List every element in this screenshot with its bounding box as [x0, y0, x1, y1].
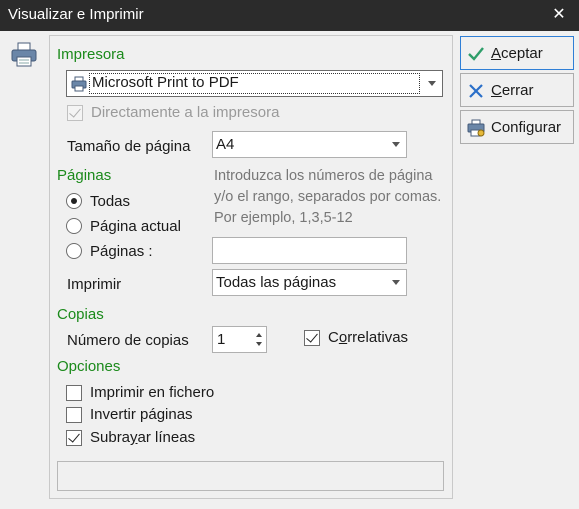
- section-copias: Copias: [57, 306, 104, 323]
- page-range-input[interactable]: [212, 237, 407, 264]
- page-size-label: Tamaño de página: [67, 138, 191, 155]
- print-options-panel: Impresora Microsoft Print to PDF Directa…: [49, 35, 453, 499]
- printer-settings-icon: [467, 119, 485, 137]
- printer-icon: [10, 42, 38, 71]
- section-opciones: Opciones: [57, 358, 121, 375]
- printer-selected: Microsoft Print to PDF: [92, 74, 239, 91]
- imprimir-label: Imprimir: [67, 276, 122, 293]
- radio-paginas-label: Páginas :: [90, 243, 153, 260]
- spin-up-icon[interactable]: [256, 333, 262, 337]
- close-icon[interactable]: ✕: [549, 5, 569, 25]
- section-impresora: Impresora: [57, 46, 125, 63]
- collate-checkbox[interactable]: [304, 330, 320, 346]
- radio-todas[interactable]: [66, 193, 82, 209]
- chevron-down-icon[interactable]: [428, 81, 436, 86]
- copies-stepper[interactable]: 1: [212, 326, 267, 353]
- underline-lines-checkbox[interactable]: [66, 430, 82, 446]
- close-button[interactable]: Cerrar: [460, 73, 574, 107]
- spin-down-icon[interactable]: [256, 342, 262, 346]
- configure-button[interactable]: Configurar: [460, 110, 574, 144]
- radio-todas-label: Todas: [90, 193, 131, 210]
- printer-select[interactable]: Microsoft Print to PDF: [66, 70, 443, 97]
- page-size-select[interactable]: A4: [212, 131, 407, 158]
- page-range-hint: Introduzca los números de página y/o el …: [214, 168, 442, 226]
- underline-lines-label: Subrayar líneas: [90, 429, 196, 446]
- checkmark-icon: [467, 45, 485, 63]
- accept-button[interactable]: Aceptar: [460, 36, 574, 70]
- chevron-down-icon[interactable]: [392, 280, 400, 285]
- print-to-file-label: Imprimir en fichero: [90, 384, 215, 401]
- reverse-pages-checkbox[interactable]: [66, 407, 82, 423]
- window-title: Visualizar e Imprimir: [8, 6, 144, 23]
- radio-pagina-actual[interactable]: [66, 218, 82, 234]
- chevron-down-icon[interactable]: [392, 142, 400, 147]
- direct-print-checkbox[interactable]: [67, 105, 83, 121]
- collate-label: Correlativas: [328, 329, 409, 346]
- radio-pagina-actual-label: Página actual: [90, 218, 181, 235]
- close-label: Cerrar: [491, 82, 534, 99]
- copies-count-label: Número de copias: [67, 332, 189, 349]
- accept-label: Aceptar: [491, 45, 543, 62]
- print-to-file-checkbox[interactable]: [66, 385, 82, 401]
- radio-paginas[interactable]: [66, 243, 82, 259]
- configure-label: Configurar: [491, 119, 562, 136]
- imprimir-select[interactable]: Todas las páginas: [212, 269, 407, 296]
- direct-print-label: Directamente a la impresora: [91, 104, 280, 121]
- imprimir-value: Todas las páginas: [216, 274, 337, 291]
- status-field: [57, 461, 444, 491]
- section-paginas: Páginas: [57, 167, 112, 184]
- page-size-value: A4: [216, 136, 235, 153]
- title-bar: Visualizar e Imprimir ✕: [0, 0, 579, 31]
- close-x-icon: [467, 82, 485, 100]
- printer-icon: [71, 76, 87, 95]
- copies-value: 1: [217, 331, 226, 348]
- reverse-pages-label: Invertir páginas: [90, 406, 193, 423]
